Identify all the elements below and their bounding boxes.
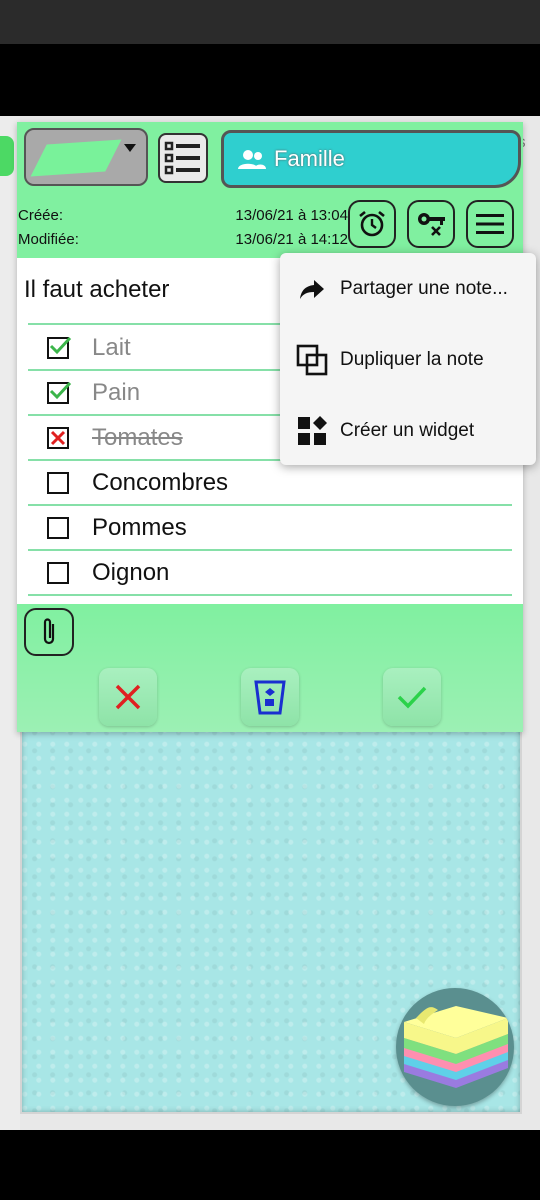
item-label: Lait [92,334,131,361]
alarm-icon [359,210,385,237]
list-item[interactable]: Pommes [28,505,512,551]
paperclip-icon [43,618,55,645]
attach-button[interactable] [24,608,74,656]
item-label: Pommes [92,514,187,541]
item-label: Pain [92,379,141,406]
delete-button[interactable] [241,668,299,726]
menu-item-share[interactable]: Partager une note... [280,259,536,319]
menu-button[interactable] [466,200,514,248]
checklist-icon [164,141,200,175]
cross-icon [50,430,66,446]
note-title[interactable]: Il faut acheter [24,276,169,304]
checkmark-icon [49,336,72,355]
chevron-down-icon [124,144,136,152]
list-mode-button[interactable] [158,133,208,183]
close-icon [115,684,141,710]
menu-label: Partager une note... [340,278,508,299]
checkbox[interactable] [47,517,69,539]
duplicate-icon [296,344,328,376]
checkmark-icon [397,686,427,709]
checkbox[interactable] [47,381,72,404]
overflow-menu: Partager une note... Dupliquer la note C… [280,253,536,465]
created-value: 13/06/21 à 13:04 [235,207,348,224]
menu-label: Dupliquer la note [340,349,484,370]
menu-label: Créer un widget [340,420,475,441]
cancel-button[interactable] [99,668,157,726]
note-header: Famille Créée: 13/06/21 à 13:04 Modifiée… [17,122,523,258]
item-label: Oignon [92,559,170,586]
status-bar [0,0,540,44]
checkbox[interactable] [47,427,69,449]
modified-value: 13/06/21 à 14:12 [235,231,348,248]
widget-icon [296,415,328,447]
left-tab[interactable] [0,136,14,176]
category-selector[interactable]: Famille [221,130,521,188]
confirm-button[interactable] [383,668,441,726]
note-dates: Créée: 13/06/21 à 13:04 Modifiée: 13/06/… [18,204,348,252]
sticky-notes-icon [404,1006,508,1088]
checkbox[interactable] [47,472,69,494]
group-icon [238,150,266,169]
list-item[interactable]: Oignon [28,550,512,596]
checkbox[interactable] [47,562,69,584]
item-label: Concombres [92,469,229,496]
menu-item-widget[interactable]: Créer un widget [280,401,536,461]
checkbox[interactable] [47,336,72,359]
add-note-button[interactable] [396,988,514,1106]
color-picker[interactable] [24,128,148,186]
color-swatch [30,139,122,177]
list-item[interactable]: Concombres [28,460,512,506]
category-label: Famille [274,146,345,171]
created-label: Créée: [18,207,64,224]
item-label: Tomates [92,424,183,451]
hamburger-icon [476,214,504,234]
modified-label: Modifiée: [18,231,79,248]
alarm-button[interactable] [348,200,396,248]
trash-icon [254,680,286,715]
lock-button[interactable] [407,200,455,248]
share-icon [296,273,328,305]
checkmark-icon [49,381,72,400]
menu-item-duplicate[interactable]: Dupliquer la note [280,330,536,390]
key-off-icon [418,213,445,236]
note-footer [17,604,523,732]
